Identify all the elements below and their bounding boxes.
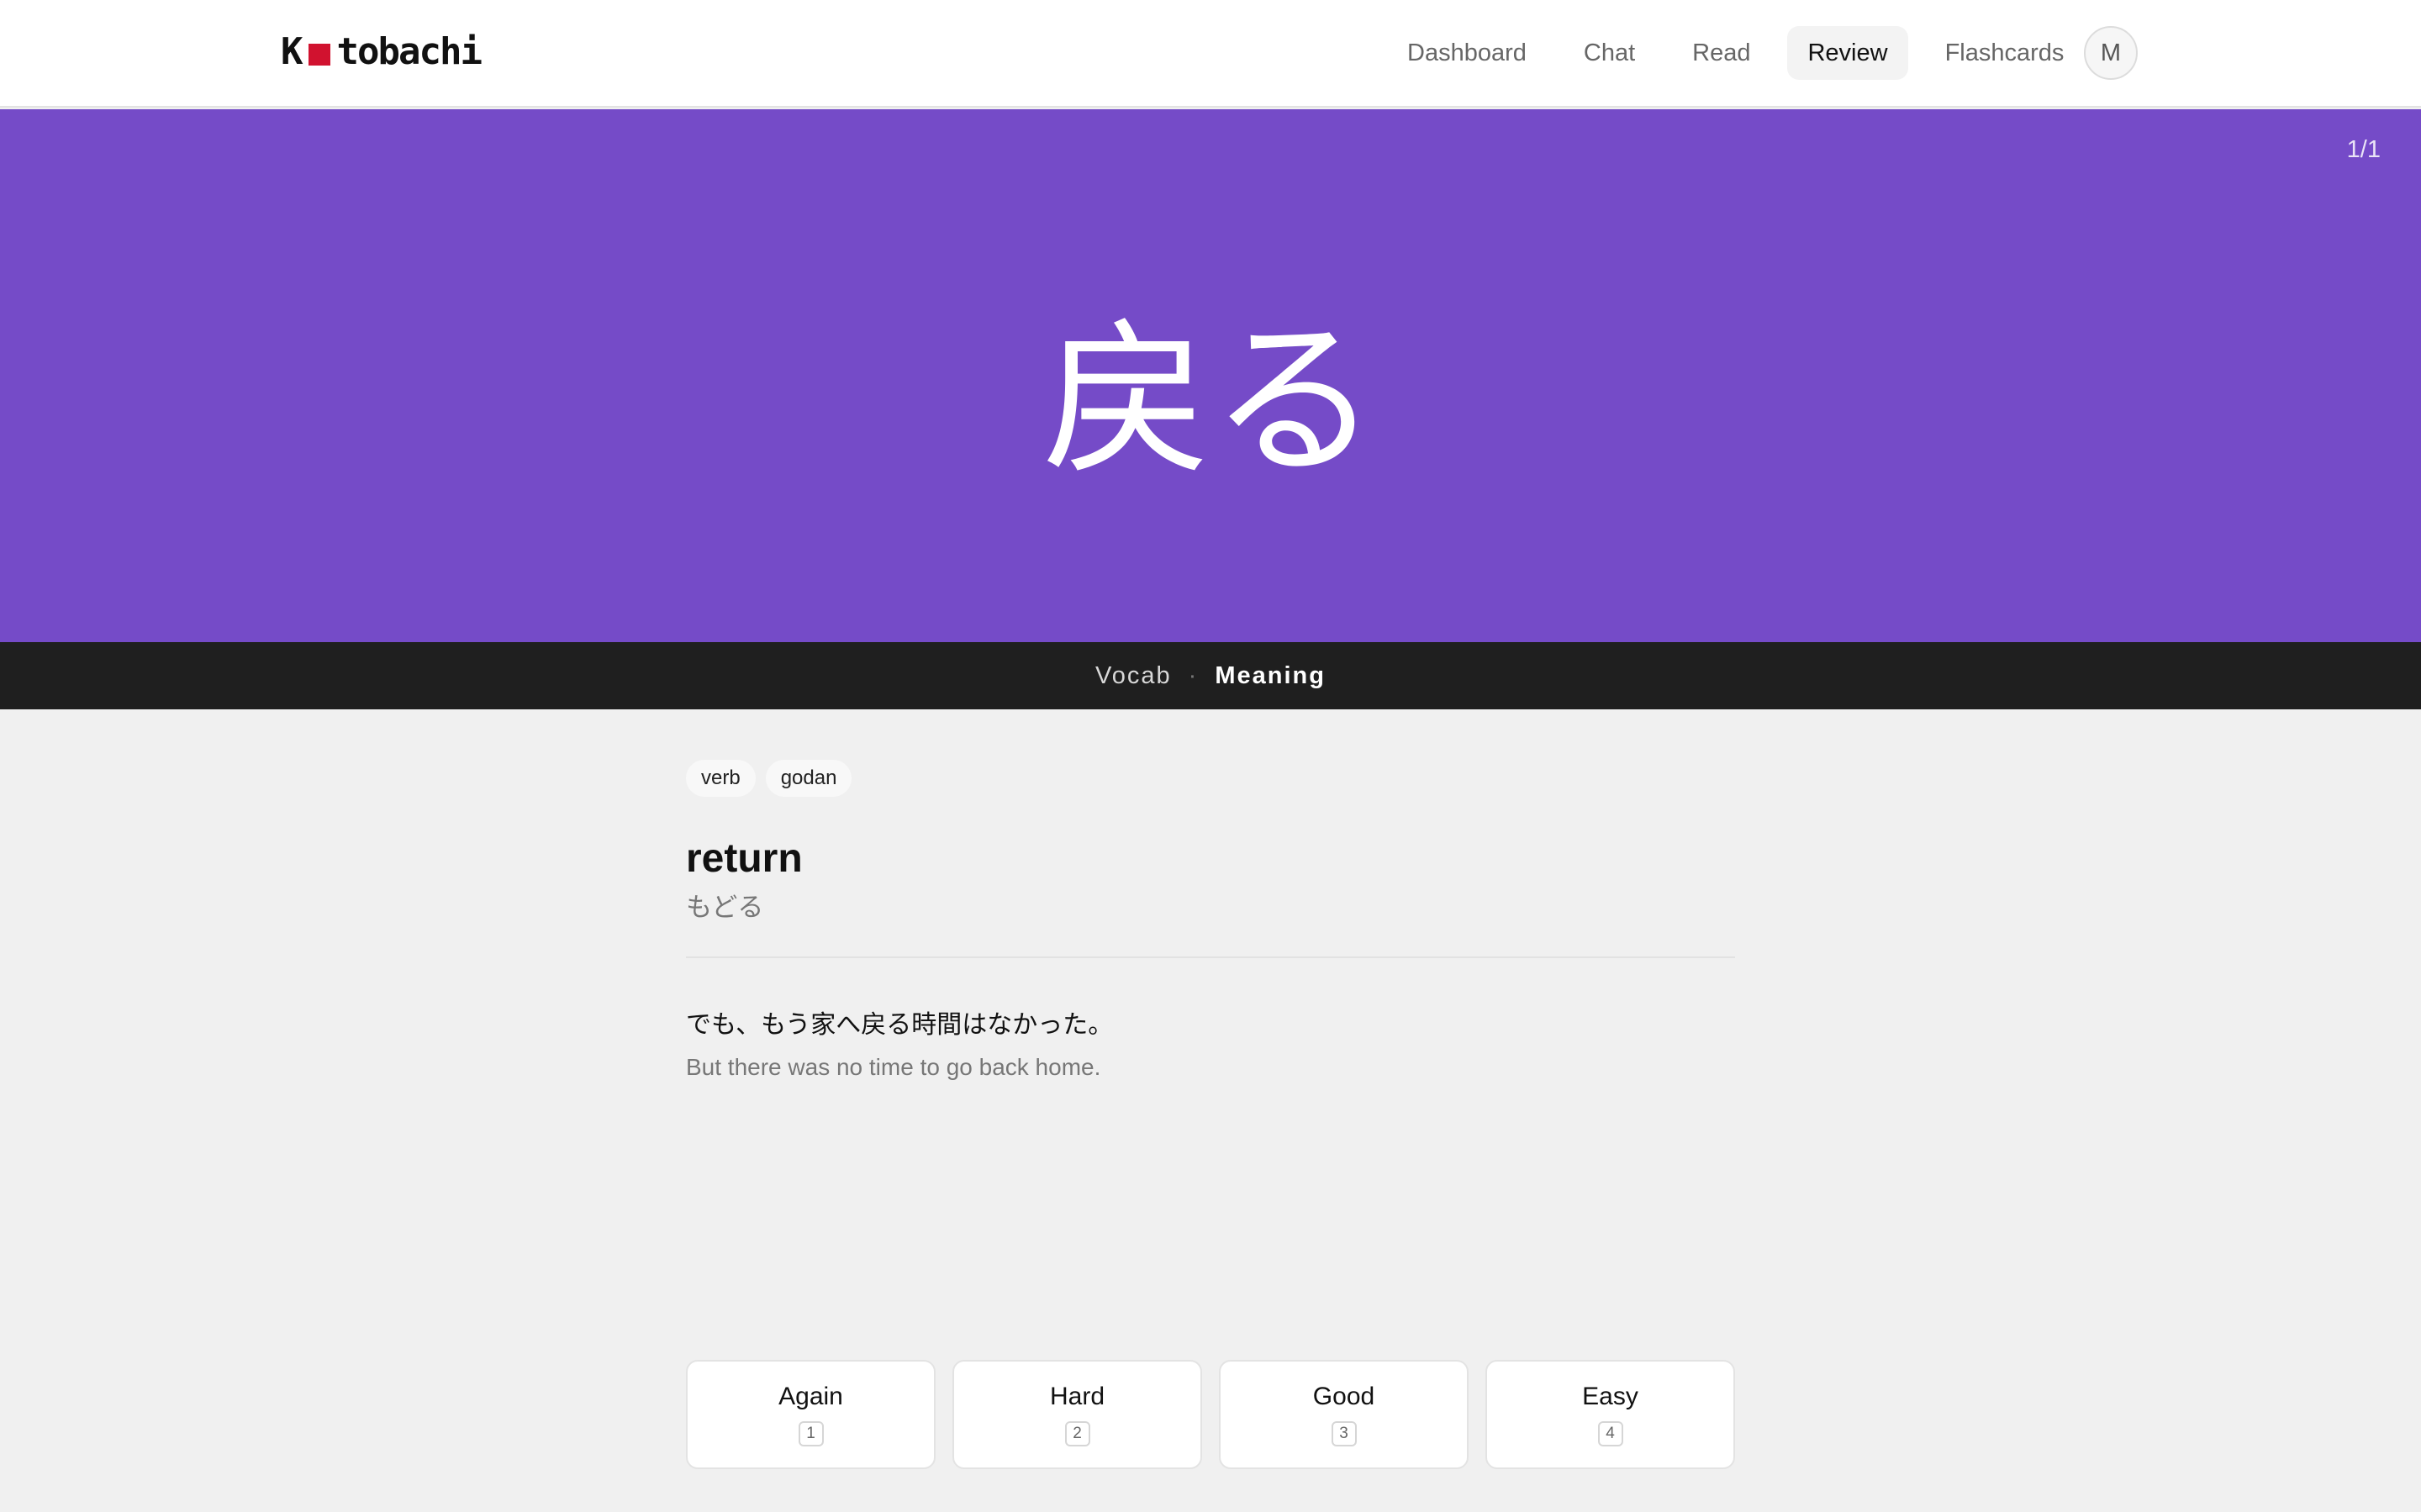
grade-label: Easy [1582,1383,1638,1410]
item-kind: Vocab [1095,661,1172,689]
top-header: K tobachi Dashboard Chat Read Review Fla… [0,0,2421,108]
type-separator: · [1188,661,1199,689]
grade-buttons: Again 1 Hard 2 Good 3 Easy 4 [686,1360,1735,1469]
grade-again-button[interactable]: Again 1 [686,1360,936,1469]
review-hero: 戻る 1/1 [0,109,2421,642]
grade-easy-button[interactable]: Easy 4 [1485,1360,1735,1469]
review-counter: 1/1 [2346,136,2381,163]
review-word: 戻る [1042,303,1379,499]
grade-label: Again [778,1383,843,1410]
nav-read[interactable]: Read [1672,26,1770,80]
tag-list: verb godan [686,760,852,797]
question-mode: Meaning [1215,661,1326,689]
nav-flashcards[interactable]: Flashcards [1925,26,2085,80]
grade-shortcut-key: 2 [1064,1421,1090,1446]
logo-text-end: tobachi [336,30,483,73]
grade-shortcut-key: 1 [798,1421,824,1446]
grade-hard-button[interactable]: Hard 2 [952,1360,1202,1469]
example-sentence-jp: でも、もう家へ戻る時間はなかった。 [686,1010,1114,1040]
grade-good-button[interactable]: Good 3 [1219,1360,1469,1469]
reading-text: もどる [686,893,764,923]
grade-label: Good [1312,1383,1375,1410]
tag-godan: godan [765,760,852,797]
question-type-bar: Vocab · Meaning [0,642,2421,709]
nav-dashboard[interactable]: Dashboard [1387,26,1547,80]
grade-label: Hard [1049,1383,1105,1410]
logo-red-square [308,44,330,66]
main-nav: Dashboard Chat Read Review Flashcards [1387,26,2084,80]
kotobachi-logo[interactable]: K tobachi [281,30,483,73]
nav-review[interactable]: Review [1787,26,1908,80]
divider [686,956,1735,958]
grade-shortcut-key: 3 [1331,1421,1357,1446]
tag-verb: verb [686,760,756,797]
logo-text-start: K [281,30,303,73]
grade-shortcut-key: 4 [1597,1421,1623,1446]
user-avatar[interactable]: M [2084,26,2138,80]
example-sentence-en: But there was no time to go back home. [686,1054,1101,1080]
nav-chat[interactable]: Chat [1564,26,1655,80]
meaning-text: return [686,836,803,881]
